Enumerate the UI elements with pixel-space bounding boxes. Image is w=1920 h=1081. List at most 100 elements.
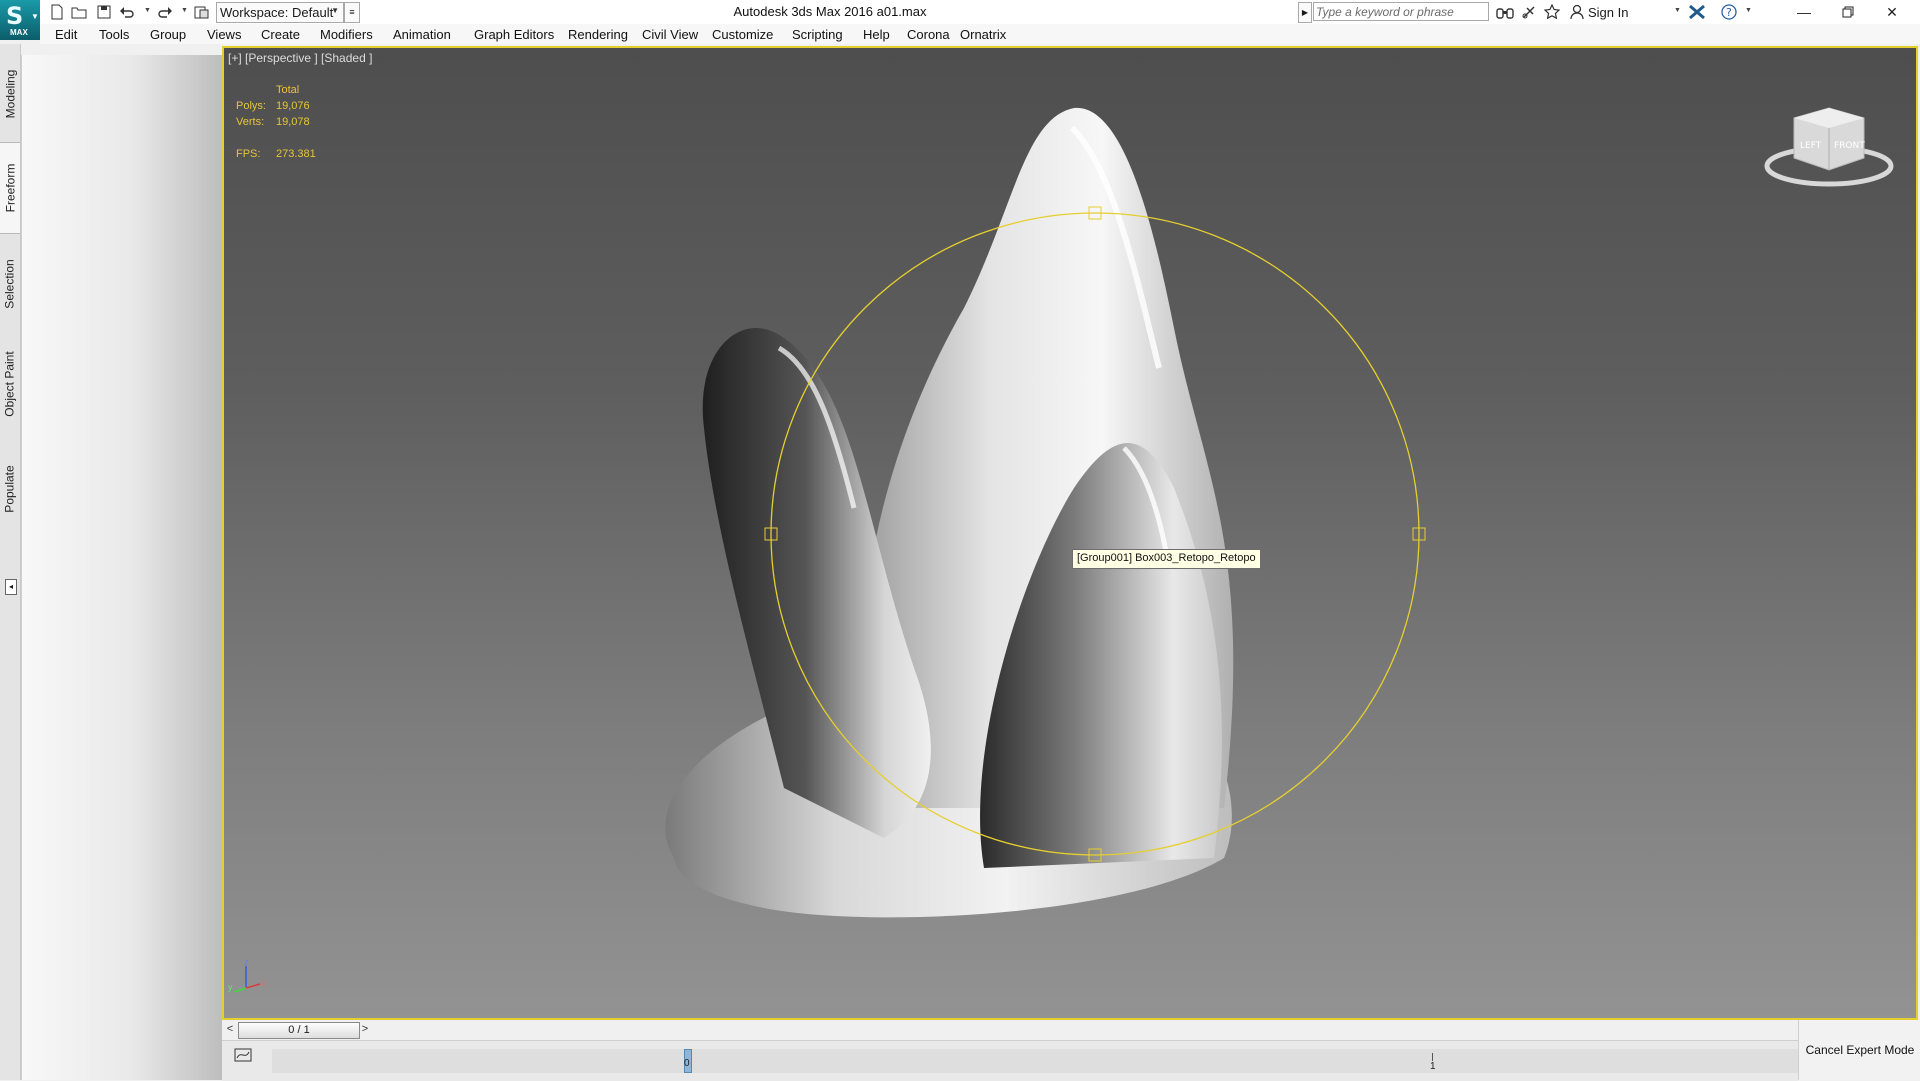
undo-button[interactable] [118,3,136,21]
track-bar[interactable]: 0 1 [222,1040,1798,1081]
close-icon: ✕ [1886,3,1898,20]
time-slider[interactable]: < 0 / 1 > [222,1020,1798,1040]
save-disk-icon [97,5,111,19]
menu-tools[interactable]: Tools [99,27,129,42]
workspace-label: Workspace: Default [220,5,334,20]
menu-rendering[interactable]: Rendering [568,27,628,42]
workspace-dropdown[interactable]: Workspace: Default ▼ [216,2,344,23]
favorites-button[interactable] [1543,3,1561,21]
key-satellite-icon [1522,6,1535,19]
restore-button[interactable] [1826,0,1870,24]
open-file-button[interactable] [70,3,88,21]
minimize-icon: — [1797,4,1811,20]
main-menu-bar: Edit Tools Group Views Create Modifiers … [40,24,1920,44]
new-scene-button[interactable] [48,3,66,21]
menu-help[interactable]: Help [863,27,890,42]
help-dropdown-icon[interactable]: ▼ [1745,7,1752,14]
viewcube[interactable]: LEFT FRONT [1764,104,1894,204]
time-slider-thumb[interactable]: 0 / 1 [238,1022,360,1039]
help-button[interactable]: ? [1720,3,1738,21]
search-input[interactable] [1313,2,1489,21]
frame-1-tick [1432,1053,1433,1061]
open-folder-icon [71,7,87,19]
svg-text:?: ? [1726,6,1732,19]
help-question-icon: ? [1721,4,1737,20]
time-prev-button[interactable]: < [223,1023,237,1037]
redo-dropdown-icon[interactable]: ▼ [181,7,188,14]
curve-editor-icon [234,1048,252,1062]
time-next-button[interactable]: > [358,1023,372,1037]
menu-group[interactable]: Group [150,27,186,42]
menu-civil-view[interactable]: Civil View [642,27,698,42]
tab-freeform[interactable]: Freeform [0,142,20,234]
tab-selection-label: Selection [3,259,17,309]
x-axis [245,983,261,989]
project-folder-button[interactable] [193,3,211,21]
star-icon [1544,4,1560,20]
app-logo-text: MAX [10,28,28,37]
menu-edit[interactable]: Edit [55,27,77,42]
customize-menu-icon: ≡ [349,7,355,17]
ribbon-tab-strip: Modeling Freeform Selection Object Paint… [0,44,21,1080]
sign-in-dropdown-icon[interactable]: ▼ [1674,7,1681,14]
open-mini-curve-editor-button[interactable] [232,1045,254,1065]
undo-dropdown-icon[interactable]: ▼ [144,7,151,14]
sign-in-button[interactable]: Sign In [1570,2,1628,22]
quick-access-customize-button[interactable]: ≡ [344,2,360,23]
menu-scripting[interactable]: Scripting [792,27,843,42]
ribbon-panel [21,55,222,1080]
menu-views[interactable]: Views [207,27,241,42]
restore-icon [1842,6,1854,18]
minimize-button[interactable]: — [1782,0,1826,24]
menu-corona[interactable]: Corona [907,27,950,42]
menu-customize[interactable]: Customize [712,27,773,42]
window-title: Autodesk 3ds Max 2016 a01.max [733,4,927,19]
tab-selection[interactable]: Selection [0,244,20,324]
viewport-label-menu[interactable]: [+] [Perspective ] [Shaded ] [228,51,372,65]
exchange-x-icon [1689,4,1705,20]
save-file-button[interactable] [95,3,113,21]
viewcube-left-face[interactable]: LEFT [1800,141,1822,151]
chevron-down-icon: ▼ [331,6,339,15]
perspective-viewport[interactable]: [+] [Perspective ] [Shaded ] Total Polys… [222,46,1918,1020]
binoculars-icon [1496,8,1514,19]
tab-modeling[interactable]: Modeling [0,54,20,134]
redo-button[interactable] [156,3,174,21]
cancel-expert-mode-button[interactable]: Cancel Expert Mode [1798,1020,1920,1080]
menu-create[interactable]: Create [261,27,300,42]
chevron-down-icon: ▼ [31,12,39,21]
application-menu-button[interactable]: S MAX ▼ [0,0,40,40]
y-axis-label: y [228,982,233,992]
stats-verts-value: 19,078 [276,116,310,128]
track-ruler[interactable]: 0 1 [272,1049,1798,1073]
axis-tripod: z x y [228,958,266,993]
subscription-center-button[interactable] [1520,3,1538,21]
undo-icon [120,7,134,18]
x-axis-label: x [261,978,266,988]
stats-verts-label: Verts: [236,116,265,128]
frame-1-label: 1 [1430,1061,1436,1072]
search-expand-button[interactable]: ▶ [1298,2,1312,23]
stats-header: Total [276,84,300,96]
menu-modifiers[interactable]: Modifiers [320,27,373,42]
y-axis [233,987,247,993]
chevron-right-icon: ▶ [1301,8,1309,17]
menu-ornatrix[interactable]: Ornatrix [960,27,1006,42]
tab-object-paint[interactable]: Object Paint [0,334,20,434]
viewport-scene [665,107,1426,918]
stats-fps-value: 273.381 [276,148,316,160]
tab-populate-label: Populate [3,465,17,513]
ribbon-minimize-toggle[interactable]: ◂ [5,579,17,595]
autodesk-exchange-button[interactable] [1688,3,1706,21]
tab-populate[interactable]: Populate [0,439,20,539]
viewcube-front-face[interactable]: FRONT [1834,141,1865,151]
close-button[interactable]: ✕ [1870,0,1914,24]
search-binoculars-button[interactable] [1496,3,1514,21]
menu-graph-editors[interactable]: Graph Editors [474,27,554,42]
tab-object-paint-label: Object Paint [3,351,17,417]
frame-0-label: 0 [684,1058,690,1069]
menu-animation[interactable]: Animation [393,27,451,42]
user-icon [1570,4,1584,20]
stats-polys-value: 19,076 [276,100,310,112]
chevron-left-icon: ◂ [8,582,13,591]
